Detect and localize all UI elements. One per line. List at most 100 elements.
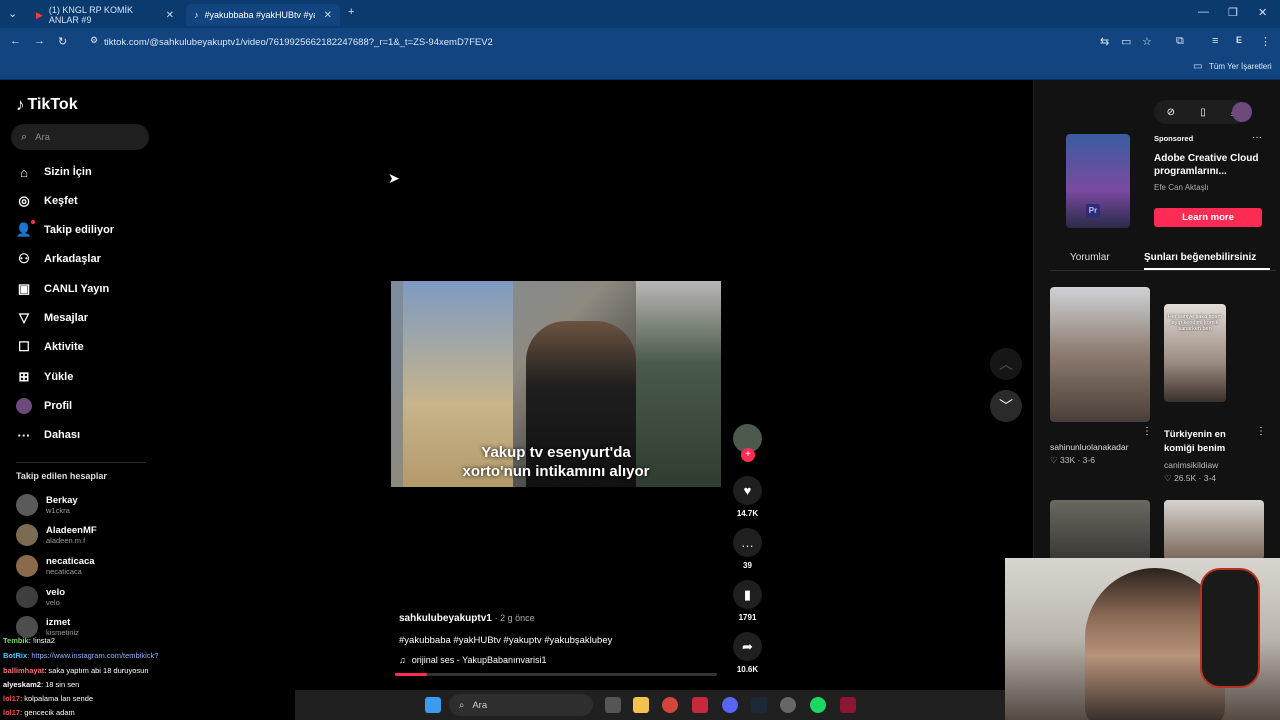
suggested-video-thumbnail[interactable] (1050, 287, 1150, 422)
upload-icon: ⊞ (18, 369, 30, 384)
browser-tab-active[interactable]: ♪ #yakubbaba #yakHUBtv #yakupt ✕ (186, 4, 340, 26)
cast-icon[interactable]: ▭ (1121, 35, 1131, 48)
bookmark-icon: ▮ (733, 580, 762, 609)
nav-sizin-icin[interactable]: ⌂ Sizin İçin (16, 164, 92, 180)
app-icon[interactable] (840, 697, 856, 713)
discord-icon[interactable] (722, 697, 738, 713)
tab-list-icon[interactable]: ⌄ (8, 7, 17, 20)
tab-comments[interactable]: Yorumlar (1070, 252, 1110, 263)
chat-message: lol17: kolpalama lan sende (3, 694, 93, 703)
following-account[interactable]: AladeenMF aladeen.m.f (16, 524, 97, 546)
mouse-cursor-icon: ➤ (388, 170, 400, 186)
author-avatar-button[interactable]: + (733, 424, 762, 462)
video-player[interactable]: Yakup tv esenyurt'da xorto'nun intikamın… (391, 281, 721, 487)
share-button[interactable]: ➦ 10.6K (733, 632, 762, 674)
avatar (16, 616, 38, 638)
spotify-icon[interactable] (810, 697, 826, 713)
comment-button[interactable]: … 39 (733, 528, 762, 570)
nav-arkadaslar[interactable]: ⚇ Arkadaşlar (16, 251, 101, 267)
reload-icon[interactable]: ↻ (58, 35, 67, 48)
translate-icon[interactable]: ⇆ (1100, 35, 1109, 48)
friends-icon: ⚇ (18, 251, 30, 266)
next-video-button[interactable]: ﹀ (990, 390, 1022, 422)
close-icon[interactable]: ✕ (166, 10, 174, 21)
compass-icon[interactable]: ⊘ (1167, 107, 1175, 118)
like-button[interactable]: ♥ 14.7K (733, 476, 762, 518)
nav-dahasi[interactable]: ··· Dahası (16, 427, 81, 443)
following-account[interactable]: Berkay w1ckra (16, 494, 78, 516)
nav-takip-ediliyor[interactable]: 👤 Takip ediliyor (16, 222, 114, 238)
following-account[interactable]: necaticaca necaticaca (16, 555, 95, 577)
video-more-icon[interactable]: ⋮ (1256, 426, 1266, 437)
ad-more-icon[interactable]: ··· (1252, 132, 1262, 143)
chat-text: : !insta2 (28, 636, 55, 645)
chat-text: : 18 sin sen (40, 680, 80, 689)
tiktok-logo[interactable]: ♪ TikTok (16, 95, 78, 115)
maximize-icon[interactable]: ❐ (1228, 6, 1238, 19)
minimize-icon[interactable]: — (1198, 6, 1209, 18)
video-hashtags[interactable]: #yakubbaba #yakHUBtv #yakuptv #yakubşakl… (399, 635, 612, 646)
suggested-video-thumbnail[interactable] (1050, 500, 1150, 560)
browser-tab[interactable]: ▶ (1) KNGL RP KOMİK ANLAR #9 ✕ (28, 4, 182, 26)
obs-icon[interactable] (780, 697, 796, 713)
steam-icon[interactable] (751, 697, 767, 713)
device-icon[interactable]: ▯ (1200, 107, 1206, 118)
search-input[interactable]: Ara (35, 132, 50, 143)
back-icon[interactable]: ← (10, 35, 21, 47)
task-view-icon[interactable] (605, 697, 621, 713)
chrome-icon[interactable] (662, 697, 678, 713)
video-author[interactable]: sahkulubeyakuptv1 (399, 613, 492, 624)
windows-start-icon[interactable] (425, 697, 441, 713)
heart-icon: ♥ (733, 476, 762, 505)
previous-video-button[interactable]: ︿ (990, 348, 1022, 380)
nav-aktivite[interactable]: ☐ Aktivite (16, 339, 84, 355)
tab-suggested[interactable]: Şunları beğenebilirsiniz (1144, 252, 1256, 263)
file-explorer-icon[interactable] (633, 697, 649, 713)
video-progress-bar[interactable] (395, 673, 717, 676)
nav-label: Arkadaşlar (44, 253, 101, 265)
pocket-icon[interactable] (692, 697, 708, 713)
learn-more-button[interactable]: Learn more (1154, 208, 1262, 227)
bookmark-star-icon[interactable]: ☆ (1142, 35, 1152, 48)
taskbar-search-label: Ara (472, 699, 488, 711)
ad-thumbnail[interactable]: Pr (1066, 134, 1130, 228)
chat-message: lol17: gencecik adam (3, 708, 75, 717)
chat-text: : https://www.instagram.com/tembikick? (27, 651, 159, 660)
video-stats-text: 33K · 3-6 (1059, 455, 1095, 465)
taskbar-search[interactable]: ⌕ Ara (449, 694, 593, 716)
nav-profil[interactable]: Profil (16, 398, 72, 414)
extensions-icon[interactable]: ⧉ (1176, 35, 1184, 48)
forward-icon[interactable]: → (34, 35, 45, 47)
suggested-video-thumbnail[interactable] (1164, 500, 1264, 560)
url-text: tiktok.com/@sahkulubeyakuptv1/video/7619… (104, 36, 493, 48)
video-more-icon[interactable]: ⋮ (1142, 426, 1152, 437)
tiktok-note-icon: ♪ (16, 95, 25, 114)
user-avatar[interactable] (1232, 102, 1252, 122)
nav-canli-yayin[interactable]: ▣ CANLI Yayın (16, 281, 109, 297)
nav-yukle[interactable]: ⊞ Yükle (16, 369, 74, 385)
video-author[interactable]: canimsikildiaw (1164, 460, 1218, 470)
close-icon[interactable]: ✕ (324, 10, 332, 21)
menu-icon[interactable]: ⋮ (1260, 35, 1271, 48)
video-sound[interactable]: ♫ orijinal ses - YakupBabanınvarisi1 (399, 655, 547, 665)
follow-plus-icon[interactable]: + (741, 448, 755, 462)
window-close-icon[interactable]: ✕ (1258, 6, 1267, 19)
following-account[interactable]: izmet kismetiniz (16, 616, 79, 638)
new-tab-icon[interactable]: + (348, 6, 354, 18)
video-author[interactable]: sahinunluolanakadar (1050, 442, 1128, 452)
all-bookmarks-link[interactable]: Tüm Yer İşaretleri (1209, 62, 1272, 71)
suggested-video-thumbnail[interactable]: Her saniye şaka spam ayıp kendimi komik … (1164, 304, 1226, 402)
search-box[interactable]: ⌕ Ara (11, 124, 149, 150)
profile-avatar[interactable]: E (1236, 35, 1242, 45)
following-title: Takip edilen hesaplar (16, 471, 107, 481)
ad-title[interactable]: Adobe Creative Cloud programlarını... (1154, 152, 1264, 178)
nav-mesajlar[interactable]: ▽ Mesajlar (16, 310, 88, 326)
url-field[interactable]: tiktok.com/@sahkulubeyakuptv1/video/7619… (84, 32, 1084, 52)
media-icon[interactable]: ≡ (1212, 35, 1218, 47)
save-button[interactable]: ▮ 1791 (733, 580, 762, 622)
site-info-icon[interactable]: ⚙ (90, 35, 98, 46)
video-title[interactable]: Türkiyenin en komiği benim (1164, 428, 1244, 456)
notification-dot (31, 220, 35, 224)
following-account[interactable]: velo velo (16, 586, 65, 608)
nav-kesfet[interactable]: ◎ Keşfet (16, 193, 77, 209)
